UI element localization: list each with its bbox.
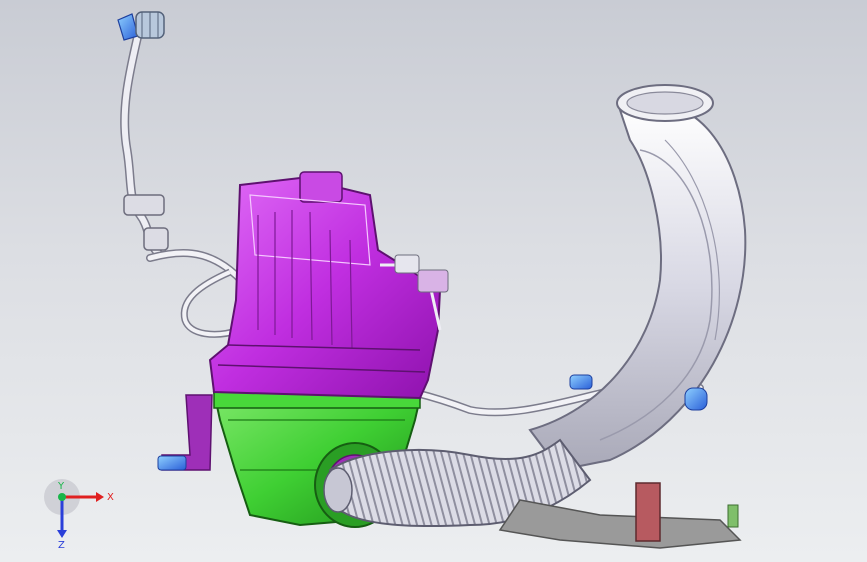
blue-connector-icon — [569, 374, 593, 390]
air-filter-upper-housing-icon — [208, 171, 449, 400]
intake-duct-icon — [528, 84, 747, 472]
y-axis-dot-icon — [58, 493, 66, 501]
cad-model-render: X Y Z — [44, 11, 747, 551]
x-axis-label: X — [107, 492, 114, 503]
axis-triad[interactable]: X Y Z — [44, 479, 114, 551]
y-axis-label: Y — [57, 481, 65, 492]
z-axis-label: Z — [58, 540, 65, 551]
cad-viewport[interactable]: X Y Z — [0, 0, 867, 562]
blue-connector-icon — [117, 11, 165, 41]
mounting-bracket-icon — [157, 394, 213, 471]
